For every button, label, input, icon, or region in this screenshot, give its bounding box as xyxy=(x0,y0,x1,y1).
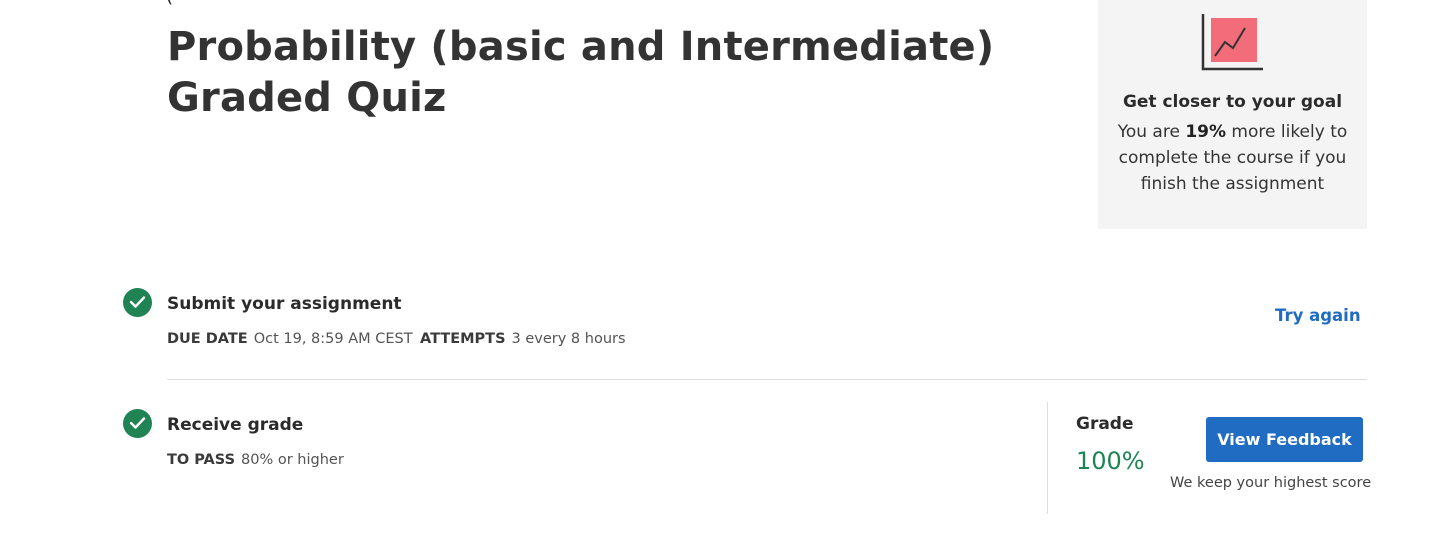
check-circle-icon xyxy=(123,288,152,317)
check-circle-icon xyxy=(123,409,152,438)
goal-title: Get closer to your goal xyxy=(1122,92,1343,112)
attempts-value: 3 every 8 hours xyxy=(511,331,626,347)
section-divider xyxy=(167,379,1367,380)
grade-step-title: Receive grade xyxy=(167,415,304,435)
view-feedback-button[interactable]: View Feedback xyxy=(1206,417,1363,462)
truncated-breadcrumb-glyph: ( xyxy=(166,0,173,7)
goal-card: Get closer to your goal You are 19% more… xyxy=(1098,0,1367,229)
line-chart-icon xyxy=(1201,14,1263,72)
to-pass-value: 80% or higher xyxy=(241,452,344,468)
goal-percent: 19% xyxy=(1185,122,1227,142)
submit-step-title: Submit your assignment xyxy=(167,294,402,314)
due-date-meta: DUE DATE Oct 19, 8:59 AM CEST xyxy=(167,331,413,347)
grade-divider xyxy=(1047,402,1048,514)
due-date-value: Oct 19, 8:59 AM CEST xyxy=(253,331,413,347)
to-pass-meta: TO PASS 80% or higher xyxy=(167,452,344,468)
page-title: Probability (basic and Intermediate) Gra… xyxy=(167,24,995,121)
highest-score-note: We keep your highest score xyxy=(1170,475,1372,491)
grade-value: 100% xyxy=(1076,447,1145,475)
attempts-meta: ATTEMPTS 3 every 8 hours xyxy=(420,331,626,347)
try-again-link[interactable]: Try again xyxy=(1275,306,1361,325)
due-date-label: DUE DATE xyxy=(167,331,248,347)
goal-text: You are 19% more likely to complete the … xyxy=(1117,122,1348,194)
to-pass-label: TO PASS xyxy=(167,452,236,468)
attempts-label: ATTEMPTS xyxy=(420,331,506,347)
grade-label: Grade xyxy=(1076,414,1134,434)
